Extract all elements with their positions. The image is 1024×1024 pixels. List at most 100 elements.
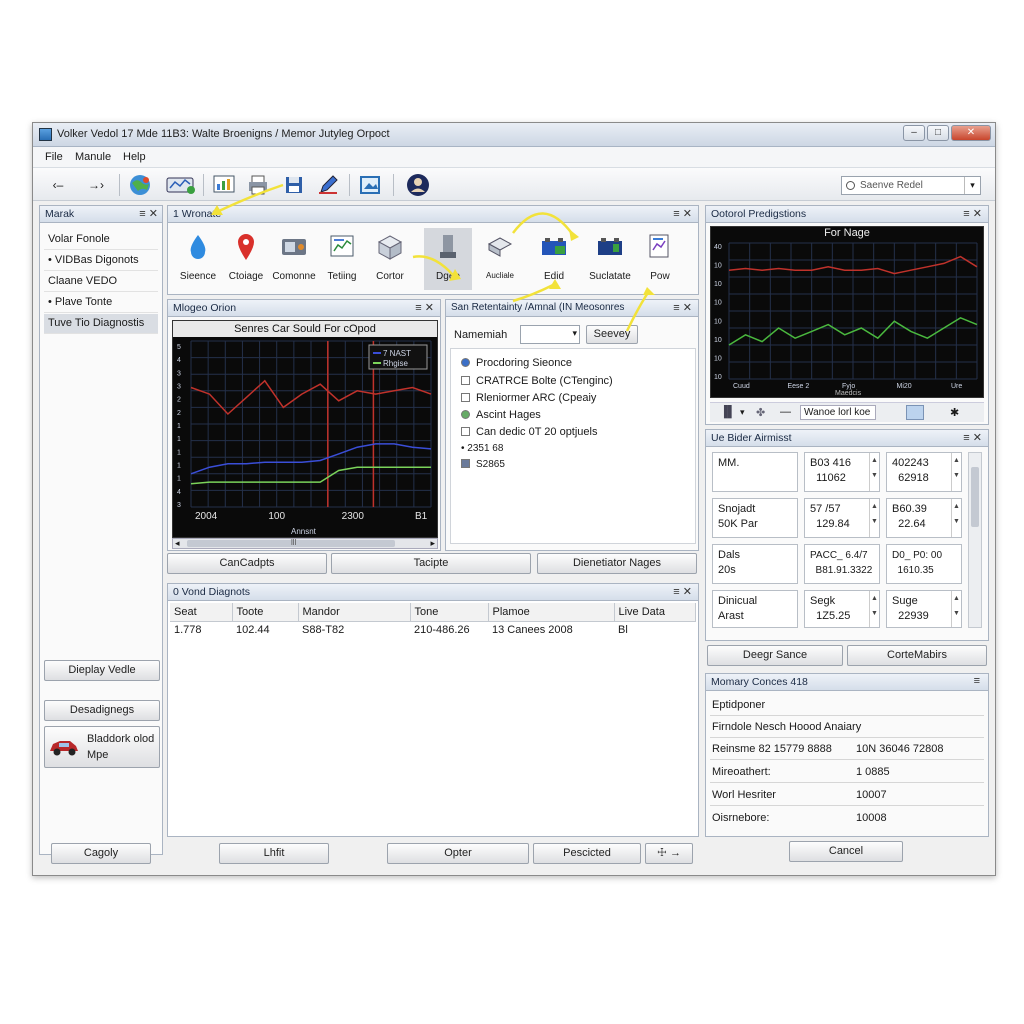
spinner-icon[interactable]: ▲ ▼: [869, 499, 879, 537]
settings-icon[interactable]: ✤: [756, 406, 765, 419]
menu-file[interactable]: File: [45, 151, 63, 163]
assistant-cell[interactable]: Suge 22939 ▲ ▼: [886, 590, 962, 628]
menu-help[interactable]: Help: [123, 151, 146, 163]
sidebar-item-diagnostics[interactable]: Tuve Tio Diagnostis: [44, 314, 158, 334]
tools-icon[interactable]: ✱: [950, 406, 959, 419]
search-button[interactable]: Seevey: [586, 325, 638, 344]
sidebar-item-volar-fonole[interactable]: Volar Fonole: [44, 230, 158, 250]
column-header[interactable]: Live Data: [614, 603, 696, 622]
scroll-thumb[interactable]: [971, 467, 979, 527]
spinner-icon[interactable]: ▲ ▼: [951, 499, 961, 537]
name-select[interactable]: ▾: [520, 325, 580, 344]
assistant-scrollbar[interactable]: [968, 452, 982, 628]
wizard-item-aucliale[interactable]: Aucliale: [476, 228, 524, 290]
scroll-right-icon[interactable]: ▸: [430, 538, 435, 549]
wizard-item-dgee[interactable]: Dgee: [424, 228, 472, 290]
image-icon[interactable]: [357, 172, 383, 198]
panel-controls[interactable]: ≡ ✕: [139, 207, 158, 220]
diagnostic-tool-icon[interactable]: [163, 172, 197, 198]
scroll-left-icon[interactable]: ◂: [175, 538, 180, 549]
table-row[interactable]: 1.778 102.44 S88-T82 210-486.26 13 Canee…: [170, 621, 696, 638]
minimize-button[interactable]: –: [903, 125, 925, 141]
option-row[interactable]: Procdoring Sieonce: [461, 357, 572, 369]
wizard-item-suclatate[interactable]: Suclatate: [586, 228, 634, 290]
checkbox[interactable]: [461, 459, 470, 468]
tacipte-button[interactable]: Tacipte: [331, 553, 531, 574]
option-row[interactable]: S2865: [461, 459, 505, 470]
edit-icon[interactable]: [315, 172, 341, 198]
wizard-item-ctoiage[interactable]: Ctoiage: [222, 228, 270, 290]
chart-view-icon[interactable]: [211, 172, 237, 198]
option-row[interactable]: • 2351 68: [461, 443, 503, 454]
assistant-cell[interactable]: B03 416 11062 ▲ ▼: [804, 452, 880, 492]
forward-button[interactable]: →›: [79, 172, 113, 198]
checkbox[interactable]: [461, 427, 470, 436]
column-header[interactable]: Plamoe: [488, 603, 615, 622]
dienetiator-nages-button[interactable]: Dienetiator Nages: [537, 553, 697, 574]
column-header[interactable]: Toote: [232, 603, 299, 622]
opter-button[interactable]: Opter: [387, 843, 529, 864]
save-icon[interactable]: [281, 172, 307, 198]
window-icon[interactable]: [906, 405, 924, 420]
print-icon[interactable]: [245, 172, 271, 198]
chevron-down-icon[interactable]: ▾: [964, 177, 980, 194]
assistant-cell[interactable]: 57 /57 129.84 ▲ ▼: [804, 498, 880, 538]
panel-controls[interactable]: ≡ ✕: [673, 585, 692, 598]
column-header[interactable]: Mandor: [298, 603, 411, 622]
radio-selected[interactable]: [461, 358, 470, 367]
assistant-cell[interactable]: PACC_ 6.4/7 B81.91.3322: [804, 544, 880, 584]
assistant-cell[interactable]: 402243 62918 ▲ ▼: [886, 452, 962, 492]
cancel-button[interactable]: Cancel: [789, 841, 903, 862]
wizard-item-cortor[interactable]: Cortor: [366, 228, 414, 290]
chevron-down-icon[interactable]: ▾: [740, 407, 745, 418]
spinner-icon[interactable]: ▲ ▼: [869, 591, 879, 627]
chart-scrollbar[interactable]: ◂ lll ▸: [172, 538, 438, 549]
close-button[interactable]: ✕: [951, 125, 991, 141]
wizard-item-pow[interactable]: Pow: [636, 228, 684, 290]
maximize-button[interactable]: □: [927, 125, 949, 141]
next-button[interactable]: ☩ →: [645, 843, 693, 864]
diagnostics-button[interactable]: Desadignegs: [44, 700, 160, 721]
checkbox[interactable]: [461, 393, 470, 402]
assistant-cell[interactable]: B60.39 22.64 ▲ ▼: [886, 498, 962, 538]
assistant-cell[interactable]: Snojadt 50K Par: [712, 498, 798, 538]
wizard-item-sieence[interactable]: Sieence: [174, 228, 222, 290]
option-row[interactable]: Ascint Hages: [461, 409, 541, 421]
display-vehicle-button[interactable]: Dieplay Vedle: [44, 660, 160, 681]
sidebar-item-plave[interactable]: • Plave Tonte: [44, 293, 158, 313]
assistant-cell[interactable]: MM.: [712, 452, 798, 492]
bars-icon[interactable]: ▐▌: [720, 406, 736, 418]
lhfit-button[interactable]: Lhfit: [219, 843, 329, 864]
assistant-cell[interactable]: D0_ P0: 00 1610.35: [886, 544, 962, 584]
panel-controls[interactable]: ≡ ✕: [415, 301, 434, 314]
radio-green[interactable]: [461, 410, 470, 419]
column-header[interactable]: Tone: [410, 603, 489, 622]
spinner-icon[interactable]: ▲ ▼: [951, 591, 961, 627]
spinner-icon[interactable]: ▲ ▼: [951, 453, 961, 491]
wizard-item-tetiing[interactable]: Tetiing: [318, 228, 366, 290]
search-input[interactable]: Saenve Redel ▾: [841, 176, 981, 195]
pescicted-button[interactable]: Pescicted: [533, 843, 641, 864]
globe-icon[interactable]: [127, 172, 153, 198]
user-avatar-icon[interactable]: [405, 172, 431, 198]
option-row[interactable]: Can dedic 0T 20 optjuels: [461, 426, 598, 438]
checkbox[interactable]: [461, 376, 470, 385]
assistant-cell[interactable]: Segk 1Z5.25 ▲ ▼: [804, 590, 880, 628]
panel-controls[interactable]: ≡ ✕: [673, 207, 692, 220]
performance-filter-field[interactable]: Wanoe lorl koe: [800, 405, 876, 420]
option-row[interactable]: Rleniormer ARC (Cpeaiy: [461, 392, 596, 404]
sidebar-item-vidbas[interactable]: • VIDBas Digonots: [44, 251, 158, 271]
wizard-item-edid[interactable]: Edid: [530, 228, 578, 290]
panel-controls[interactable]: ≡ ✕: [963, 431, 982, 444]
cancadpts-button[interactable]: CanCadpts: [167, 553, 327, 574]
back-button[interactable]: ‹–: [41, 172, 75, 198]
deegr-sance-button[interactable]: Deegr Sance: [707, 645, 843, 666]
cortemabirs-button[interactable]: CorteMabirs: [847, 645, 987, 666]
column-header[interactable]: Seat: [170, 603, 233, 622]
assistant-cell[interactable]: Dinicual Arast: [712, 590, 798, 628]
vehicle-model-button[interactable]: Bladdork olod Mpe: [44, 726, 160, 768]
assistant-cell[interactable]: Dals 20s: [712, 544, 798, 584]
spinner-icon[interactable]: ▲ ▼: [869, 453, 879, 491]
wizard-item-comonne[interactable]: Comonne: [270, 228, 318, 290]
category-button[interactable]: Cagoly: [51, 843, 151, 864]
